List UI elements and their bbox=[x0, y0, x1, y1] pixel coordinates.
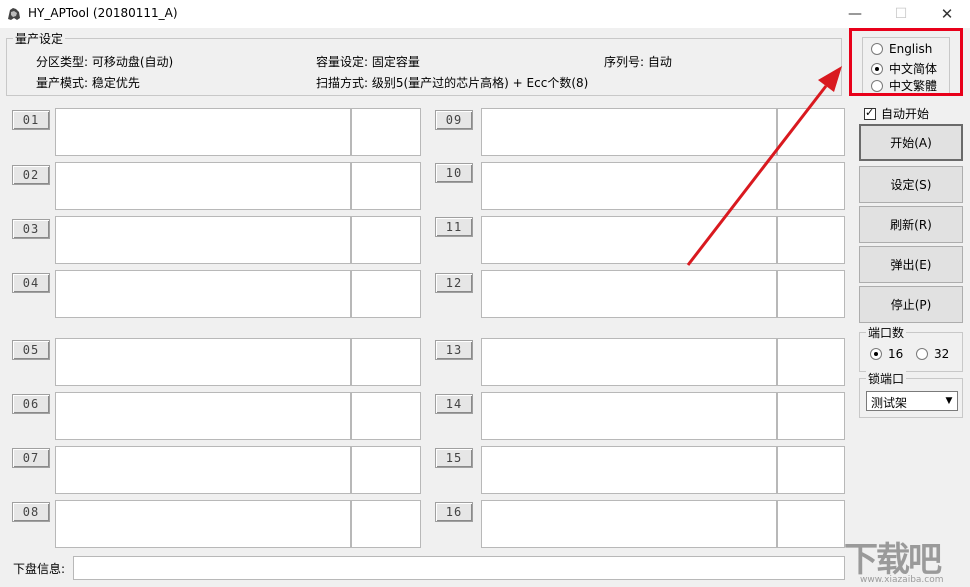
port-status-03 bbox=[55, 216, 351, 264]
port-status-12 bbox=[481, 270, 777, 318]
port-label-04[interactable]: 04 bbox=[12, 273, 50, 293]
port-status-10 bbox=[481, 162, 777, 210]
radio-button[interactable] bbox=[916, 348, 928, 360]
disk-info-field[interactable] bbox=[73, 556, 845, 580]
port-count-legend: 端口数 bbox=[866, 324, 907, 341]
port-info-09 bbox=[777, 108, 845, 156]
port-info-15 bbox=[777, 446, 845, 494]
watermark-logo: 下载吧 www.xiazaiba.com bbox=[836, 530, 970, 587]
port-status-14 bbox=[481, 392, 777, 440]
lock-port-selected-value: 测试架 bbox=[871, 396, 908, 410]
port-status-05 bbox=[55, 338, 351, 386]
port-count-option-label: 32 bbox=[934, 347, 950, 361]
port-status-15 bbox=[481, 446, 777, 494]
port-info-11 bbox=[777, 216, 845, 264]
port-info-16 bbox=[777, 500, 845, 548]
radio-button-selected[interactable] bbox=[870, 348, 882, 360]
start-button[interactable]: 开始(A) bbox=[859, 124, 963, 161]
production-settings-group: 量产设定 分区类型: 可移动盘(自动) 容量设定: 固定容量 序列号: 自动 量… bbox=[6, 30, 842, 96]
auto-start-checkbox[interactable]: 自动开始 bbox=[864, 105, 929, 122]
port-count-option-label: 16 bbox=[888, 347, 904, 361]
port-label-13[interactable]: 13 bbox=[435, 340, 473, 360]
port-status-04 bbox=[55, 270, 351, 318]
port-info-08 bbox=[351, 500, 421, 548]
lock-port-legend: 锁端口 bbox=[866, 370, 907, 387]
refresh-button[interactable]: 刷新(R) bbox=[859, 206, 963, 243]
eject-button[interactable]: 弹出(E) bbox=[859, 246, 963, 283]
partition-type-text: 分区类型: 可移动盘(自动) bbox=[36, 55, 174, 69]
port-label-02[interactable]: 02 bbox=[12, 165, 50, 185]
port-status-11 bbox=[481, 216, 777, 264]
port-label-07[interactable]: 07 bbox=[12, 448, 50, 468]
highlight-box bbox=[849, 28, 963, 96]
minimize-icon: — bbox=[848, 6, 862, 22]
port-status-08 bbox=[55, 500, 351, 548]
maximize-icon: ☐ bbox=[894, 6, 908, 22]
close-button[interactable]: ✕ bbox=[924, 0, 970, 28]
port-label-12[interactable]: 12 bbox=[435, 273, 473, 293]
port-info-06 bbox=[351, 392, 421, 440]
serial-number-text: 序列号: 自动 bbox=[604, 55, 672, 69]
lock-port-select[interactable]: 测试架 ▼ bbox=[866, 391, 958, 411]
disk-info-label: 下盘信息: bbox=[13, 562, 66, 576]
lock-port-group: 锁端口 测试架 ▼ bbox=[859, 370, 963, 418]
port-status-02 bbox=[55, 162, 351, 210]
port-info-04 bbox=[351, 270, 421, 318]
port-label-11[interactable]: 11 bbox=[435, 217, 473, 237]
port-info-10 bbox=[777, 162, 845, 210]
port-label-01[interactable]: 01 bbox=[12, 110, 50, 130]
port-info-02 bbox=[351, 162, 421, 210]
chevron-down-icon[interactable]: ▼ bbox=[941, 392, 957, 410]
port-status-07 bbox=[55, 446, 351, 494]
close-icon: ✕ bbox=[940, 5, 954, 23]
stop-button[interactable]: 停止(P) bbox=[859, 286, 963, 323]
port-info-14 bbox=[777, 392, 845, 440]
title-bar: HY_APTool (20180111_A) — ☐ ✕ bbox=[0, 0, 970, 28]
port-info-07 bbox=[351, 446, 421, 494]
port-label-14[interactable]: 14 bbox=[435, 394, 473, 414]
port-info-13 bbox=[777, 338, 845, 386]
port-label-08[interactable]: 08 bbox=[12, 502, 50, 522]
port-info-01 bbox=[351, 108, 421, 156]
scan-mode-text: 扫描方式: 级别5(量产过的芯片高格) + Ecc个数(8) bbox=[316, 76, 589, 90]
port-label-06[interactable]: 06 bbox=[12, 394, 50, 414]
app-icon bbox=[6, 6, 22, 22]
port-count-option-32[interactable]: 32 bbox=[916, 347, 949, 361]
window-title: HY_APTool (20180111_A) bbox=[28, 6, 178, 20]
maximize-button[interactable]: ☐ bbox=[878, 0, 924, 28]
settings-button[interactable]: 设定(S) bbox=[859, 166, 963, 203]
port-info-03 bbox=[351, 216, 421, 264]
production-settings-legend: 量产设定 bbox=[13, 30, 66, 47]
port-label-15[interactable]: 15 bbox=[435, 448, 473, 468]
watermark-url: www.xiazaiba.com bbox=[860, 575, 944, 585]
capacity-setting-text: 容量设定: 固定容量 bbox=[316, 55, 420, 69]
checkbox-checked[interactable] bbox=[864, 106, 876, 120]
port-status-06 bbox=[55, 392, 351, 440]
port-count-group: 端口数 16 32 bbox=[859, 324, 963, 372]
port-label-16[interactable]: 16 bbox=[435, 502, 473, 522]
port-label-05[interactable]: 05 bbox=[12, 340, 50, 360]
port-label-03[interactable]: 03 bbox=[12, 219, 50, 239]
port-label-09[interactable]: 09 bbox=[435, 110, 473, 130]
port-info-05 bbox=[351, 338, 421, 386]
port-info-12 bbox=[777, 270, 845, 318]
port-status-09 bbox=[481, 108, 777, 156]
port-label-10[interactable]: 10 bbox=[435, 163, 473, 183]
port-status-13 bbox=[481, 338, 777, 386]
port-status-16 bbox=[481, 500, 777, 548]
production-mode-text: 量产模式: 稳定优先 bbox=[36, 76, 140, 90]
auto-start-label: 自动开始 bbox=[881, 107, 930, 121]
minimize-button[interactable]: — bbox=[832, 0, 878, 28]
port-status-01 bbox=[55, 108, 351, 156]
port-count-option-16[interactable]: 16 bbox=[870, 347, 903, 361]
watermark-text: 下载吧 bbox=[844, 540, 942, 580]
